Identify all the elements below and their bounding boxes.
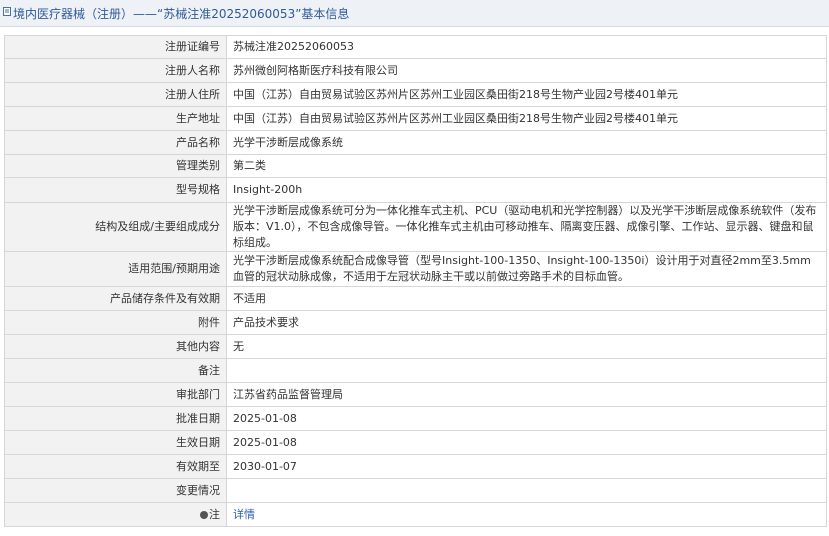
table-row: 适用范围/预期用途 光学干涉断层成像系统配合成像导管（型号Insight-100… [4,251,827,287]
row-label: 审批部门 [4,382,227,407]
table-row: 结构及组成/主要组成成分 光学干涉断层成像系统可分为一体化推车式主机、PCU（驱… [4,202,827,252]
row-value: 不适用 [226,286,827,311]
note-row-label: 注 [4,502,227,527]
row-label: 变更情况 [4,478,227,503]
row-value [226,478,827,503]
row-label: 备注 [4,358,227,383]
document-icon [3,7,11,16]
row-label: 产品名称 [4,130,227,155]
row-label: 其他内容 [4,334,227,359]
table-row: 产品名称 光学干涉断层成像系统 [4,130,827,155]
note-icon [200,510,208,519]
table-row: 备注 [4,358,827,383]
row-value: 第二类 [226,154,827,178]
row-value: 光学干涉断层成像系统 [226,130,827,155]
table-row: 管理类别 第二类 [4,154,827,178]
table-row: 生效日期 2025-01-08 [4,430,827,455]
row-value: 详情 [226,502,827,527]
table-row: 注册人住所 中国（江苏）自由贸易试验区苏州片区苏州工业园区桑田街218号生物产业… [4,82,827,107]
row-value: 江苏省药品监督管理局 [226,382,827,407]
row-value: 产品技术要求 [226,310,827,335]
row-label: 注册人住所 [4,82,227,107]
table-row: 产品储存条件及有效期 不适用 [4,286,827,311]
row-value: 苏械注准20252060053 [226,35,827,59]
table-row: 注册人名称 苏州微创阿格斯医疗科技有限公司 [4,58,827,83]
row-label: 批准日期 [4,406,227,431]
row-label: 注 [209,507,220,521]
table-row: 其他内容 无 [4,334,827,359]
table-row: 变更情况 [4,478,827,503]
row-value: 2030-01-07 [226,454,827,479]
row-value: 2025-01-08 [226,406,827,431]
row-label: 产品储存条件及有效期 [4,286,227,311]
table-row: 注册证编号 苏械注准20252060053 [4,35,827,59]
row-label: 适用范围/预期用途 [4,251,227,287]
row-label: 注册证编号 [4,35,227,59]
row-value: 中国（江苏）自由贸易试验区苏州片区苏州工业园区桑田街218号生物产业园2号楼40… [226,106,827,131]
row-value: 中国（江苏）自由贸易试验区苏州片区苏州工业园区桑田街218号生物产业园2号楼40… [226,82,827,107]
row-value: Insight-200h [226,177,827,203]
row-label: 注册人名称 [4,58,227,83]
row-value: 光学干涉断层成像系统可分为一体化推车式主机、PCU（驱动电机和光学控制器）以及光… [226,202,827,252]
row-label: 型号规格 [4,177,227,203]
info-table: 注册证编号 苏械注准20252060053 注册人名称 苏州微创阿格斯医疗科技有… [4,35,827,527]
row-value: 2025-01-08 [226,430,827,455]
page-title: 境内医疗器械（注册）——“苏械注准20252060053”基本信息 [13,7,350,21]
row-label: 生产地址 [4,106,227,131]
row-label: 有效期至 [4,454,227,479]
row-label: 管理类别 [4,154,227,178]
table-row: 型号规格 Insight-200h [4,177,827,203]
table-row: 有效期至 2030-01-07 [4,454,827,479]
page-header: 境内医疗器械（注册）——“苏械注准20252060053”基本信息 [0,0,829,27]
row-label: 附件 [4,310,227,335]
row-value [226,358,827,383]
table-row: 注 详情 [4,502,827,527]
row-value: 光学干涉断层成像系统配合成像导管（型号Insight-100-1350、Insi… [226,251,827,287]
row-label: 结构及组成/主要组成成分 [4,202,227,252]
table-row: 批准日期 2025-01-08 [4,406,827,431]
row-label: 生效日期 [4,430,227,455]
row-value: 苏州微创阿格斯医疗科技有限公司 [226,58,827,83]
table-row: 附件 产品技术要求 [4,310,827,335]
table-row: 审批部门 江苏省药品监督管理局 [4,382,827,407]
table-row: 生产地址 中国（江苏）自由贸易试验区苏州片区苏州工业园区桑田街218号生物产业园… [4,106,827,131]
row-value: 无 [226,334,827,359]
details-link[interactable]: 详情 [233,508,255,521]
